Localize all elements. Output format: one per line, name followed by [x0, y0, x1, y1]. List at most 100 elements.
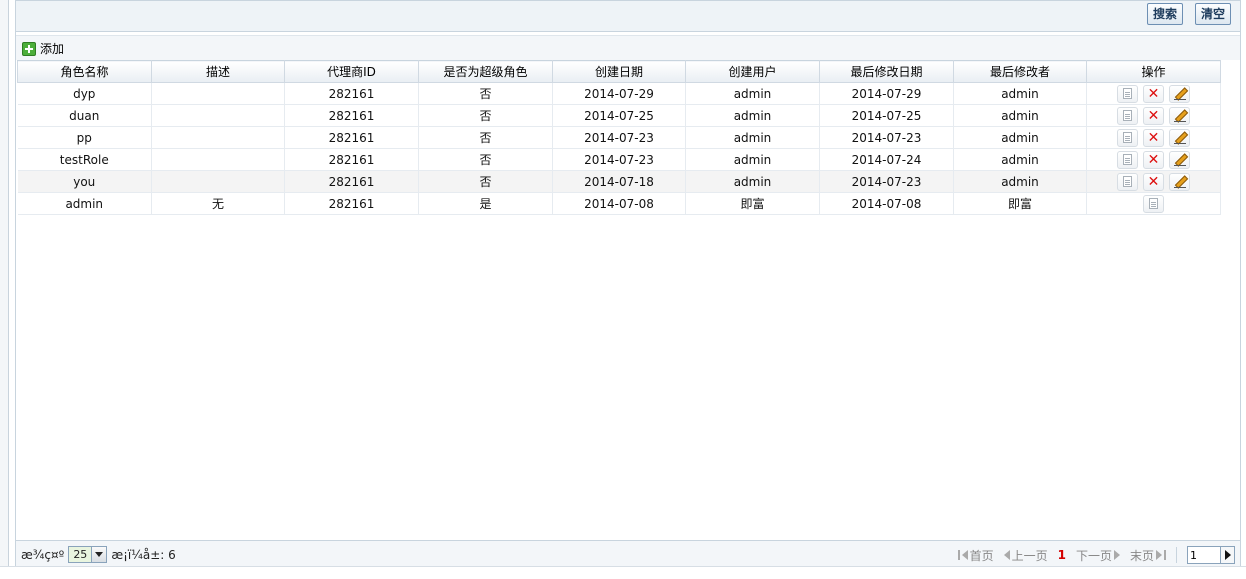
cell-role-name: duan — [17, 104, 152, 127]
column-header-modified-date[interactable]: 最后修改日期 — [819, 60, 954, 83]
grid-toolbar: 添加 — [16, 35, 1240, 60]
cell-created-date: 2014-07-08 — [552, 192, 686, 215]
goto-page-button[interactable] — [1220, 547, 1234, 563]
last-page-label: 末页 — [1129, 548, 1154, 563]
table-row[interactable]: pp 282161 否 2014-07-23 admin 2014-07-23 admin ✕ — [17, 126, 1221, 149]
pencil-icon — [1173, 154, 1186, 166]
left-frame-edge — [0, 0, 9, 579]
cell-created-by: admin — [685, 148, 820, 171]
column-header-description[interactable]: 描述 — [151, 60, 285, 83]
cell-created-by: admin — [685, 170, 820, 193]
cell-agent-id: 282161 — [284, 170, 419, 193]
cell-actions: ✕ — [1086, 170, 1221, 193]
cell-modified-date: 2014-07-25 — [819, 104, 954, 127]
clear-button[interactable]: 清空 — [1195, 3, 1232, 25]
cell-role-name: testRole — [17, 148, 152, 171]
cell-modified-date: 2014-07-23 — [819, 170, 954, 193]
pagination-bar: æ¾ç¤º 25 æ¡ï¼å±: 6 首页 上一页 1 下一页 末页 — [16, 540, 1240, 567]
cell-created-date: 2014-07-23 — [552, 126, 686, 149]
delete-button[interactable]: ✕ — [1143, 150, 1164, 169]
cell-modified-by: admin — [953, 82, 1087, 105]
last-page-icon — [1164, 550, 1166, 560]
cell-description — [151, 170, 285, 193]
close-icon: ✕ — [1147, 173, 1160, 190]
cell-is-super-role: 否 — [418, 126, 553, 149]
document-icon — [1149, 198, 1158, 209]
column-header-modified-by[interactable]: 最后修改者 — [953, 60, 1087, 83]
main-panel: 搜索 清空 添加 角色名称 描述 代理商ID 是否为超级角色 创建日期 创建用户… — [15, 0, 1241, 567]
first-page-label: 首页 — [969, 548, 994, 563]
close-icon: ✕ — [1147, 85, 1160, 102]
total-count-text: æ¡ï¼å±: 6 — [111, 547, 176, 562]
cell-role-name: pp — [17, 126, 152, 149]
cell-created-date: 2014-07-29 — [552, 82, 686, 105]
current-page-number: 1 — [1057, 548, 1066, 562]
table-row[interactable]: testRole 282161 否 2014-07-23 admin 2014-07-24… — [17, 148, 1221, 171]
last-page-button[interactable]: 末页 — [1130, 547, 1166, 564]
table-row[interactable]: you 282161 否 2014-07-18 admin 2014-07-23 admin… — [17, 170, 1221, 193]
cell-created-by: 即富 — [685, 192, 820, 215]
next-page-button[interactable]: 下一页 — [1076, 547, 1120, 564]
document-icon — [1123, 154, 1132, 165]
row-actions: ✕ — [1087, 128, 1220, 147]
chevron-down-icon[interactable] — [91, 547, 107, 562]
prev-page-label: 上一页 — [1011, 548, 1048, 563]
search-bar: 搜索 清空 — [16, 1, 1240, 32]
prev-page-button[interactable]: 上一页 — [1003, 547, 1048, 564]
first-page-button[interactable]: 首页 — [957, 547, 994, 564]
table-header-row: 角色名称 描述 代理商ID 是否为超级角色 创建日期 创建用户 最后修改日期 最… — [17, 60, 1221, 83]
cell-role-name: you — [17, 170, 152, 193]
edit-button[interactable] — [1169, 150, 1190, 169]
page-size-prefix: æ¾ç¤º — [21, 547, 65, 562]
cell-modified-by: 即富 — [953, 192, 1087, 215]
page-size-value: 25 — [73, 548, 88, 561]
table-row[interactable]: duan 282161 否 2014-07-25 admin 2014-07-25 admi… — [17, 104, 1221, 127]
column-header-role-name[interactable]: 角色名称 — [17, 60, 152, 83]
cell-modified-by: admin — [953, 170, 1087, 193]
column-header-is-super-role[interactable]: 是否为超级角色 — [418, 60, 553, 83]
row-actions: ✕ — [1087, 172, 1220, 191]
view-button[interactable] — [1117, 128, 1138, 147]
cell-description — [151, 82, 285, 105]
cell-modified-date: 2014-07-29 — [819, 82, 954, 105]
delete-button[interactable]: ✕ — [1143, 128, 1164, 147]
table-row[interactable]: admin 无 282161 是 2014-07-08 即富 2014-07-08 即富 — [17, 192, 1221, 215]
view-button[interactable] — [1117, 106, 1138, 125]
table-row[interactable]: dyp 282161 否 2014-07-29 admin 2014-07-29 admin… — [17, 82, 1221, 105]
edit-button[interactable] — [1169, 84, 1190, 103]
view-button[interactable] — [1143, 194, 1164, 213]
delete-button[interactable]: ✕ — [1143, 172, 1164, 191]
cell-actions: ✕ — [1086, 148, 1221, 171]
edit-button[interactable] — [1169, 128, 1190, 147]
view-button[interactable] — [1117, 172, 1138, 191]
cell-modified-by: admin — [953, 104, 1087, 127]
search-button[interactable]: 搜索 — [1147, 3, 1184, 25]
column-header-created-date[interactable]: 创建日期 — [552, 60, 686, 83]
delete-button[interactable]: ✕ — [1143, 84, 1164, 103]
cell-modified-date: 2014-07-23 — [819, 126, 954, 149]
cell-created-by: admin — [685, 104, 820, 127]
edit-button[interactable] — [1169, 172, 1190, 191]
cell-created-date: 2014-07-23 — [552, 148, 686, 171]
cell-created-date: 2014-07-18 — [552, 170, 686, 193]
cell-actions: ✕ — [1086, 126, 1221, 149]
cell-modified-date: 2014-07-24 — [819, 148, 954, 171]
edit-button[interactable] — [1169, 106, 1190, 125]
next-page-label: 下一页 — [1075, 548, 1112, 563]
goto-page-input[interactable] — [1188, 547, 1220, 563]
cell-agent-id: 282161 — [284, 192, 419, 215]
cell-agent-id: 282161 — [284, 104, 419, 127]
cell-agent-id: 282161 — [284, 126, 419, 149]
cell-created-date: 2014-07-25 — [552, 104, 686, 127]
delete-button[interactable]: ✕ — [1143, 106, 1164, 125]
add-button[interactable]: 添加 — [22, 40, 64, 57]
view-button[interactable] — [1117, 150, 1138, 169]
column-header-actions: 操作 — [1086, 60, 1221, 83]
document-icon — [1123, 110, 1132, 121]
view-button[interactable] — [1117, 84, 1138, 103]
page-size-select[interactable]: 25 — [68, 546, 108, 563]
row-actions: ✕ — [1087, 84, 1220, 103]
column-header-created-by[interactable]: 创建用户 — [685, 60, 820, 83]
column-header-agent-id[interactable]: 代理商ID — [284, 60, 419, 83]
cell-description — [151, 104, 285, 127]
